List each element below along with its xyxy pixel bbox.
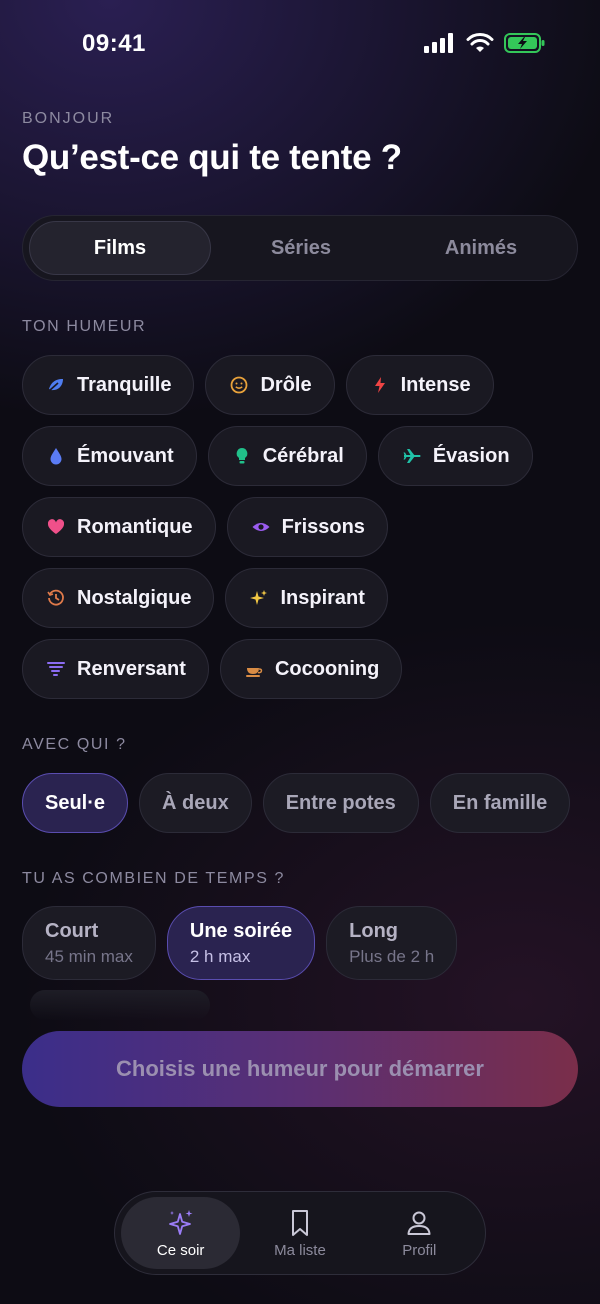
content-type-segmented-control: Films Séries Animés	[22, 215, 578, 281]
duration-option-une-soiree[interactable]: Une soirée 2 h max	[166, 906, 316, 980]
segment-animes[interactable]: Animés	[391, 221, 571, 275]
bulb-icon	[231, 445, 253, 467]
sparkle-icon	[248, 587, 270, 609]
duration-option-list: Court 45 min max Une soirée 2 h max Long…	[22, 906, 582, 980]
tab-ce-soir[interactable]: Ce soir	[121, 1197, 241, 1269]
page-title: Qu’est-ce qui te tente ?	[22, 138, 402, 177]
smile-icon	[228, 374, 250, 396]
company-option-list: Seul·e À deux Entre potes En famille	[22, 773, 582, 833]
sparkles-icon	[168, 1209, 193, 1235]
tab-ma-liste[interactable]: Ma liste	[240, 1197, 359, 1269]
duration-section-title: TU AS COMBIEN DE TEMPS ?	[22, 870, 286, 887]
greeting-label: BONJOUR	[22, 110, 115, 127]
mood-section-title: TON HUMEUR	[22, 318, 147, 335]
company-option-a-deux[interactable]: À deux	[139, 773, 252, 833]
scroll-fade-overlay	[30, 990, 210, 1020]
drop-icon	[45, 445, 67, 467]
plane-icon	[401, 445, 423, 467]
user-icon	[407, 1211, 431, 1235]
mood-chip-renversant[interactable]: Renversant	[22, 639, 209, 699]
company-section-title: AVEC QUI ?	[22, 736, 127, 753]
mood-chip-cocooning[interactable]: Cocooning	[219, 639, 403, 699]
tornado-icon	[45, 658, 67, 680]
status-icons	[424, 32, 546, 54]
duration-option-court[interactable]: Court 45 min max	[22, 906, 156, 980]
battery-icon	[504, 33, 545, 53]
status-time: 09:41	[82, 30, 146, 57]
leaf-icon	[45, 374, 67, 396]
mood-chip-romantique[interactable]: Romantique	[22, 497, 216, 557]
status-bar: 09:41	[0, 0, 600, 90]
company-option-seul[interactable]: Seul·e	[22, 773, 129, 833]
bolt-icon	[369, 374, 391, 396]
tab-profil[interactable]: Profil	[360, 1197, 479, 1269]
mood-chip-inspirant[interactable]: Inspirant	[225, 568, 388, 628]
signal-icon	[424, 33, 453, 53]
segment-series[interactable]: Séries	[211, 221, 391, 275]
mood-chip-intense[interactable]: Intense	[345, 355, 494, 415]
company-option-en-famille[interactable]: En famille	[429, 773, 571, 833]
mood-chip-nostalgique[interactable]: Nostalgique	[22, 568, 215, 628]
company-option-entre-potes[interactable]: Entre potes	[262, 773, 419, 833]
wifi-icon	[466, 33, 494, 52]
cup-icon	[243, 658, 265, 680]
history-icon	[45, 587, 67, 609]
mood-chip-list: Tranquille Drôle Intense Émouvant Cérébr…	[22, 355, 582, 699]
mood-chip-evasion[interactable]: Évasion	[377, 426, 533, 486]
bottom-tab-bar: Ce soir Ma liste Profil	[114, 1191, 486, 1275]
eye-icon	[250, 516, 272, 538]
duration-option-long[interactable]: Long Plus de 2 h	[326, 906, 458, 980]
segment-films[interactable]: Films	[29, 221, 211, 275]
start-button[interactable]: Choisis une humeur pour démarrer	[22, 1031, 578, 1107]
bookmark-icon	[291, 1209, 308, 1236]
mood-chip-cerebral[interactable]: Cérébral	[207, 426, 367, 486]
mood-chip-drole[interactable]: Drôle	[205, 355, 335, 415]
heart-icon	[45, 516, 67, 538]
mood-chip-emouvant[interactable]: Émouvant	[22, 426, 197, 486]
mood-chip-frissons[interactable]: Frissons	[226, 497, 388, 557]
mood-chip-tranquille[interactable]: Tranquille	[22, 355, 195, 415]
